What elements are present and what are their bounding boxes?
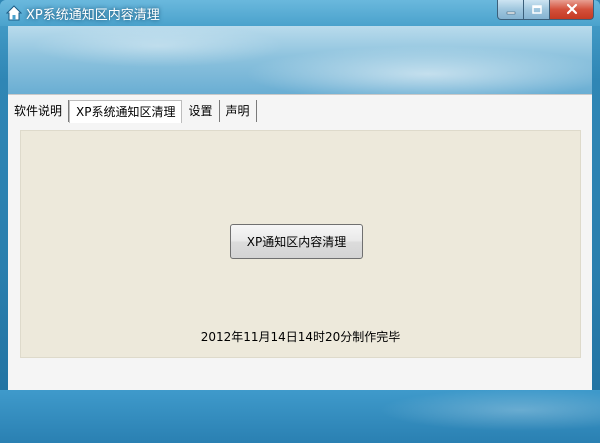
- tab-content-panel: XP通知区内容清理 2012年11月14日14时20分制作完毕: [20, 130, 581, 358]
- header-banner: [8, 26, 592, 94]
- app-window: XP系统通知区内容清理 软件说明 XP系统通知区清理 设置 声明 XP通知区内容…: [0, 0, 600, 443]
- close-icon: [566, 0, 578, 19]
- house-icon: [5, 5, 23, 21]
- tab-strip: 软件说明 XP系统通知区清理 设置 声明: [8, 100, 257, 123]
- completion-date-text: 2012年11月14日14时20分制作完毕: [200, 330, 401, 344]
- close-button[interactable]: [550, 0, 594, 20]
- title-bar[interactable]: XP系统通知区内容清理: [0, 0, 600, 26]
- tab-software-info[interactable]: 软件说明: [8, 100, 70, 122]
- maximize-button[interactable]: [524, 0, 550, 20]
- tab-statement[interactable]: 声明: [220, 100, 257, 122]
- bottom-frame: [0, 390, 600, 443]
- client-area: 软件说明 XP系统通知区清理 设置 声明 XP通知区内容清理 2012年11月1…: [8, 94, 592, 391]
- maximize-icon: [531, 0, 542, 19]
- minimize-icon: [506, 0, 516, 19]
- tab-xp-tray-cleanup[interactable]: XP系统通知区清理: [69, 100, 183, 123]
- caption-buttons: [497, 0, 594, 20]
- cleanup-button[interactable]: XP通知区内容清理: [230, 224, 363, 259]
- tab-settings[interactable]: 设置: [182, 100, 220, 122]
- minimize-button[interactable]: [497, 0, 524, 20]
- window-title: XP系统通知区内容清理: [26, 8, 160, 23]
